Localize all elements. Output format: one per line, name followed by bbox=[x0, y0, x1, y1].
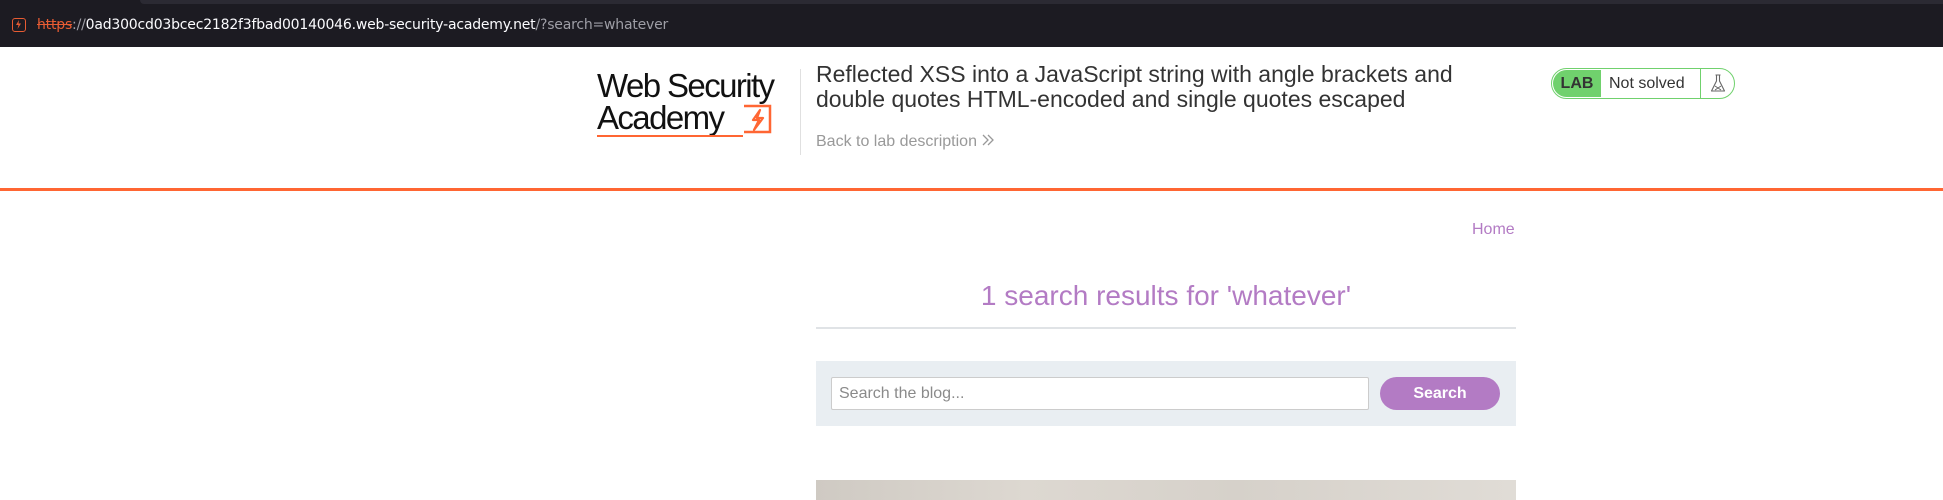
browser-tab-strip-edge bbox=[140, 0, 1943, 4]
lab-title: Reflected XSS into a JavaScript string w… bbox=[816, 61, 1453, 112]
home-link[interactable]: Home bbox=[1472, 221, 1515, 239]
search-input[interactable] bbox=[831, 377, 1369, 410]
lab-badge: LAB bbox=[1553, 70, 1601, 97]
header-divider bbox=[800, 69, 801, 155]
logo-line2: Academy bbox=[597, 99, 725, 136]
web-security-academy-logo[interactable]: Web Security Academy bbox=[597, 67, 797, 167]
search-button[interactable]: Search bbox=[1380, 377, 1500, 410]
lab-status-text: Not solved bbox=[1609, 75, 1685, 92]
logo-underline bbox=[597, 135, 743, 137]
back-to-lab-description-link[interactable]: Back to lab description bbox=[816, 133, 995, 151]
lab-status-icon-box bbox=[1700, 69, 1734, 98]
back-link-label: Back to lab description bbox=[816, 133, 977, 151]
results-divider bbox=[816, 327, 1516, 329]
lab-status-widget: LAB Not solved bbox=[1551, 68, 1735, 99]
academy-header: Web Security Academy Reflected XSS into … bbox=[0, 47, 1943, 191]
url-scheme: https bbox=[37, 17, 73, 33]
url-separator: :// bbox=[72, 17, 86, 33]
double-chevron-right-icon bbox=[981, 133, 995, 151]
url-host: 0ad300cd03bcec2182f3fbad00140046.web-sec… bbox=[85, 17, 536, 33]
url-path: /?search=whatever bbox=[535, 17, 669, 33]
blog-post-image[interactable] bbox=[816, 480, 1516, 500]
browser-url-bar[interactable]: https://0ad300cd03bcec2182f3fbad00140046… bbox=[0, 0, 1943, 47]
lightning-bolt-icon bbox=[742, 104, 774, 141]
search-results-heading: 1 search results for 'whatever' bbox=[980, 280, 1352, 311]
lightning-icon bbox=[12, 18, 26, 32]
logo-line1: Web Security bbox=[597, 67, 775, 104]
url-text[interactable]: https://0ad300cd03bcec2182f3fbad00140046… bbox=[37, 17, 668, 33]
search-panel: Search bbox=[816, 361, 1516, 426]
